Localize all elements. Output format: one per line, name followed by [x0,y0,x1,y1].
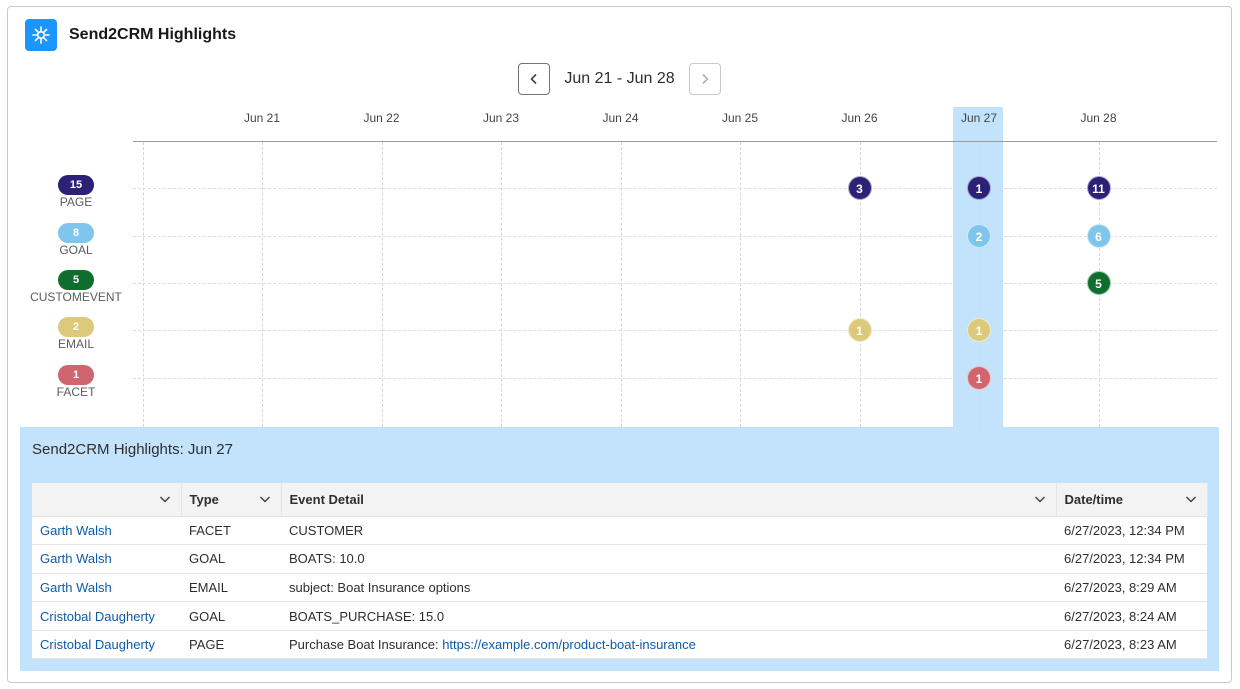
contact-cell: Garth Walsh [32,573,181,603]
datetime-cell: 6/27/2023, 12:34 PM [1056,516,1207,546]
chevron-down-icon[interactable] [1034,493,1046,505]
event-dot-page[interactable]: 11 [1086,176,1111,200]
grid-line [133,188,1217,189]
event-dot-facet[interactable]: 1 [967,366,991,390]
legend-item-facet: 1 FACET [30,365,122,399]
type-cell: FACET [181,516,281,546]
column-label: Type [189,491,219,507]
table-row: Garth Walsh GOAL BOATS: 10.0 6/27/2023, 12:… [32,544,1207,574]
datetime-cell: 6/27/2023, 12:34 PM [1056,544,1207,574]
legend-count-badge: 1 [58,365,94,385]
date-tick-label[interactable]: Jun 26 [830,111,890,125]
legend-count-badge: 2 [58,317,94,337]
table-row: Garth Walsh FACET CUSTOMER 6/27/2023, 12:34… [32,516,1207,546]
event-detail-text: CUSTOMER [289,522,364,538]
datetime-cell: 6/27/2023, 8:24 AM [1056,601,1207,631]
grid-line [381,142,383,427]
legend-item-goal: 8 GOAL [30,223,122,257]
legend-count-badge: 8 [58,223,94,243]
events-table: Type Event Detail Date/time Garth Walsh F… [32,483,1208,660]
type-cell: PAGE [181,630,281,660]
event-detail-text: subject: Boat Insurance options [289,579,471,595]
legend-count-badge: 5 [58,270,94,290]
type-cell: GOAL [181,544,281,574]
date-tick-label[interactable]: Jun 27 [949,111,1009,125]
contact-cell: Cristobal Daugherty [32,630,181,660]
event-detail-cell: Purchase Boat Insurance: https://example… [281,630,1056,660]
type-cell: EMAIL [181,573,281,603]
legend-item-page: 15 PAGE [30,175,122,209]
chevron-down-icon[interactable] [159,493,171,505]
legend-label: FACET [56,385,96,399]
date-tick-label[interactable]: Jun 22 [352,111,412,125]
event-dot-goal[interactable]: 2 [967,224,991,248]
timeline-chart: Jun 21 Jun 22 Jun 23 Jun 24 Jun 25 Jun 26 Jun … [8,7,1233,427]
event-detail-text: BOATS: 10.0 [289,551,365,567]
chevron-down-icon[interactable] [259,493,271,505]
grid-line [262,142,263,427]
type-cell: GOAL [181,601,281,631]
event-detail-text: BOATS_PURCHASE: 15.0 [289,608,445,624]
column-header-type[interactable]: Type [181,483,282,517]
contact-link[interactable]: Cristobal Daugherty [40,609,155,624]
table-row: Garth Walsh EMAIL subject: Boat Insurance … [32,573,1207,603]
date-tick-label[interactable]: Jun 25 [710,111,770,125]
column-header-datetime[interactable]: Date/time [1056,483,1208,517]
grid-line [133,330,1217,331]
event-detail-cell: CUSTOMER [281,516,1056,546]
contact-cell: Garth Walsh [32,544,181,574]
event-detail-cell: BOATS: 10.0 [281,544,1056,574]
grid-line [740,142,741,427]
grid-line [620,142,622,427]
legend-label: PAGE [59,195,93,209]
event-dot-email[interactable]: 1 [847,318,872,342]
grid-line [143,142,144,427]
event-detail-link[interactable]: https://example.com/product-boat-insuran… [442,637,696,652]
date-tick-label[interactable]: Jun 23 [471,111,531,125]
contact-link[interactable]: Garth Walsh [40,580,112,595]
detail-title: Send2CRM Highlights: Jun 27 [32,441,233,458]
legend-label: GOAL [59,243,93,257]
date-tick-label[interactable]: Jun 24 [591,111,651,125]
legend-label: EMAIL [57,337,94,351]
highlights-card: Send2CRM Highlights Jun 21 - Jun 28 Jun … [7,6,1232,683]
datetime-cell: 6/27/2023, 8:23 AM [1056,630,1207,660]
event-dot-goal[interactable]: 6 [1086,224,1111,248]
chevron-down-icon[interactable] [1185,493,1197,505]
event-detail-cell: subject: Boat Insurance options [281,573,1056,603]
grid-line [133,283,1217,284]
date-tick-label[interactable]: Jun 21 [232,111,292,125]
date-tick-label[interactable]: Jun 28 [1069,111,1129,125]
legend-item-email: 2 EMAIL [30,317,122,351]
legend-count-badge: 15 [58,175,94,195]
event-dot-page[interactable]: 1 [967,176,991,200]
datetime-cell: 6/27/2023, 8:29 AM [1056,573,1207,603]
contact-link[interactable]: Garth Walsh [40,523,112,538]
contact-link[interactable]: Cristobal Daugherty [40,637,155,652]
axis-line [133,141,1217,142]
event-detail-cell: BOATS_PURCHASE: 15.0 [281,601,1056,631]
column-label: Event Detail [289,491,364,507]
event-detail-text: Purchase Boat Insurance: [289,637,443,653]
event-dot-customevent[interactable]: 5 [1086,271,1111,295]
grid-line [133,236,1217,237]
event-dot-page[interactable]: 3 [847,176,872,200]
contact-link[interactable]: Garth Walsh [40,551,112,566]
table-row: Cristobal Daugherty PAGE Purchase Boat Ins… [32,630,1207,660]
column-header-event-detail[interactable]: Event Detail [281,483,1057,517]
table-header-row: Type Event Detail Date/time [32,483,1208,517]
legend-item-customevent: 5 CUSTOMEVENT [30,270,122,304]
grid-line [501,142,502,427]
event-dot-email[interactable]: 1 [967,318,991,342]
table-row: Cristobal Daugherty GOAL BOATS_PURCHASE: 1… [32,601,1207,631]
column-header-name[interactable] [32,483,182,517]
grid-line [133,378,1217,379]
contact-cell: Garth Walsh [32,516,181,546]
legend-label: CUSTOMEVENT [30,290,122,304]
column-label: Date/time [1064,491,1124,507]
detail-panel: Send2CRM Highlights: Jun 27 Type Event D… [20,427,1219,671]
contact-cell: Cristobal Daugherty [32,601,181,631]
